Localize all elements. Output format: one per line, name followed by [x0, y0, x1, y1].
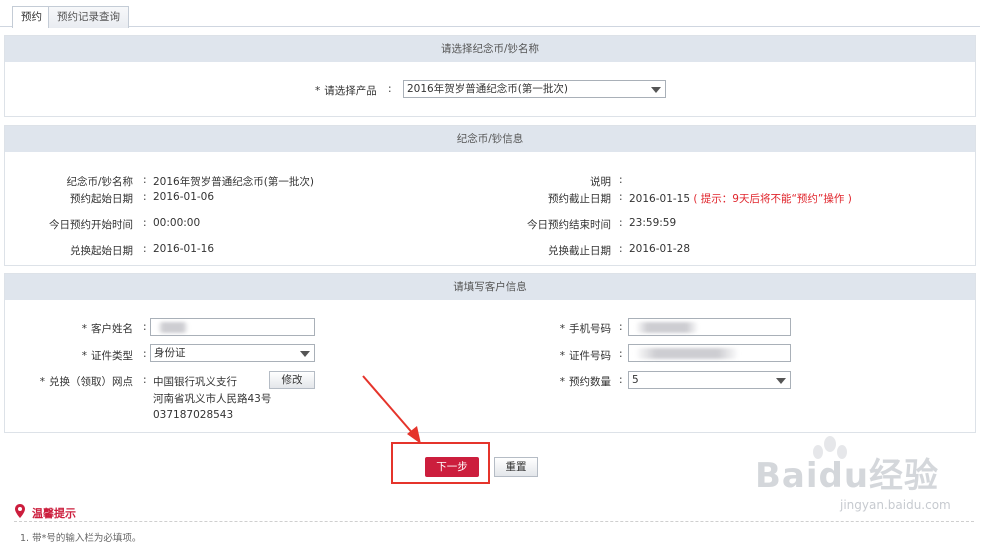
reserve-end-value: 2016-01-15 ( 提示：9天后将不能“预约”操作 ) [629, 191, 852, 206]
coin-name-value: 2016年贺岁普通纪念币(第一批次) [153, 176, 314, 188]
panel-title: 纪念币/钞信息 [5, 126, 975, 152]
reserve-end-label: 预约截止日期 [548, 193, 611, 205]
description-label: 说明 [590, 176, 611, 188]
exchange-start-label: 兑换起始日期 [70, 245, 133, 257]
colon: : [619, 243, 623, 255]
colon: : [619, 374, 623, 386]
product-select-value: 2016年贺岁普通纪念币(第一批次) [407, 83, 568, 95]
redacted-value [635, 348, 739, 359]
customer-name-input[interactable] [150, 318, 315, 336]
colon: : [143, 191, 147, 203]
chevron-down-icon [300, 351, 310, 357]
reserve-start-value: 2016-01-06 [153, 191, 215, 203]
today-start-label: 今日预约开始时间 [49, 219, 133, 231]
panel-title: 请填写客户信息 [5, 274, 975, 300]
tab-bar: 预约 预约记录查询 [0, 0, 980, 28]
id-number-input[interactable] [628, 344, 791, 362]
tab-reserve[interactable]: 预约 [12, 6, 51, 28]
branch-name: 中国银行巩义支行 [153, 376, 237, 388]
exchange-start-value: 2016-01-16 [153, 243, 215, 255]
id-type-value: 身份证 [154, 347, 186, 359]
tips-line-1: 1. 带*号的输入栏为必填项。 [20, 533, 142, 543]
next-step-button[interactable]: 下一步 [425, 457, 479, 477]
colon: : [619, 191, 623, 203]
colon: : [619, 217, 623, 229]
tips-title: 温馨提示 [32, 507, 76, 520]
redacted-value [157, 322, 189, 333]
quantity-select[interactable]: 5 [628, 371, 791, 389]
panel-title: 请选择纪念币/钞名称 [5, 36, 975, 62]
customer-name-label: * 客户姓名 [81, 323, 133, 335]
today-end-value: 23:59:59 [629, 217, 677, 229]
product-select-panel: 请选择纪念币/钞名称 * 请选择产品 : 2016年贺岁普通纪念币(第一批次) [4, 35, 976, 117]
watermark-brand: Baidu经验 [755, 456, 940, 496]
reset-button[interactable]: 重置 [494, 457, 538, 477]
redacted-value [635, 322, 699, 333]
branch-address: 河南省巩义市人民路43号 [153, 393, 272, 405]
watermark-url: jingyan.baidu.com [840, 498, 951, 512]
id-number-label: * 证件号码 [559, 350, 611, 362]
reserve-end-date: 2016-01-15 [629, 193, 691, 205]
divider [14, 521, 974, 522]
quantity-value: 5 [632, 374, 639, 386]
colon: : [619, 174, 623, 186]
exchange-end-value: 2016-01-28 [629, 243, 691, 255]
chevron-down-icon [776, 378, 786, 384]
colon: : [143, 374, 147, 386]
chevron-down-icon [651, 87, 661, 93]
branch-phone: 037187028543 [153, 409, 234, 421]
branch-label: * 兑换（领取）网点 [39, 376, 133, 388]
annotation-arrow-icon [362, 375, 421, 444]
modify-branch-button[interactable]: 修改 [269, 371, 315, 389]
colon: : [143, 348, 147, 360]
colon: : [143, 217, 147, 229]
id-type-label: * 证件类型 [81, 350, 133, 362]
quantity-label: * 预约数量 [559, 376, 611, 388]
phone-label: * 手机号码 [559, 323, 611, 335]
colon: : [619, 321, 623, 333]
tab-reserve-history[interactable]: 预约记录查询 [48, 6, 129, 28]
id-type-select[interactable]: 身份证 [150, 344, 315, 362]
coin-name-label: 纪念币/钞名称 [66, 176, 133, 188]
today-end-label: 今日预约结束时间 [527, 219, 611, 231]
exchange-end-label: 兑换截止日期 [548, 245, 611, 257]
customer-info-panel: 请填写客户信息 * 客户姓名 : * 手机号码 : * 证件类型 : 身份证 * 证件号… [4, 273, 976, 433]
today-start-value: 00:00:00 [153, 217, 201, 229]
reserve-start-label: 预约起始日期 [70, 193, 133, 205]
colon: : [143, 243, 147, 255]
colon: : [143, 174, 147, 186]
reserve-end-hint: ( 提示：9天后将不能“预约”操作 ) [693, 193, 852, 205]
colon: : [619, 348, 623, 360]
product-label: * 请选择产品 [315, 85, 377, 97]
colon: : [388, 83, 392, 95]
location-pin-icon [15, 504, 25, 518]
phone-input[interactable] [628, 318, 791, 336]
coin-info-panel: 纪念币/钞信息 纪念币/钞名称 : 2016年贺岁普通纪念币(第一批次) 说明 … [4, 125, 976, 266]
product-select[interactable]: 2016年贺岁普通纪念币(第一批次) [403, 80, 666, 98]
colon: : [143, 321, 147, 333]
